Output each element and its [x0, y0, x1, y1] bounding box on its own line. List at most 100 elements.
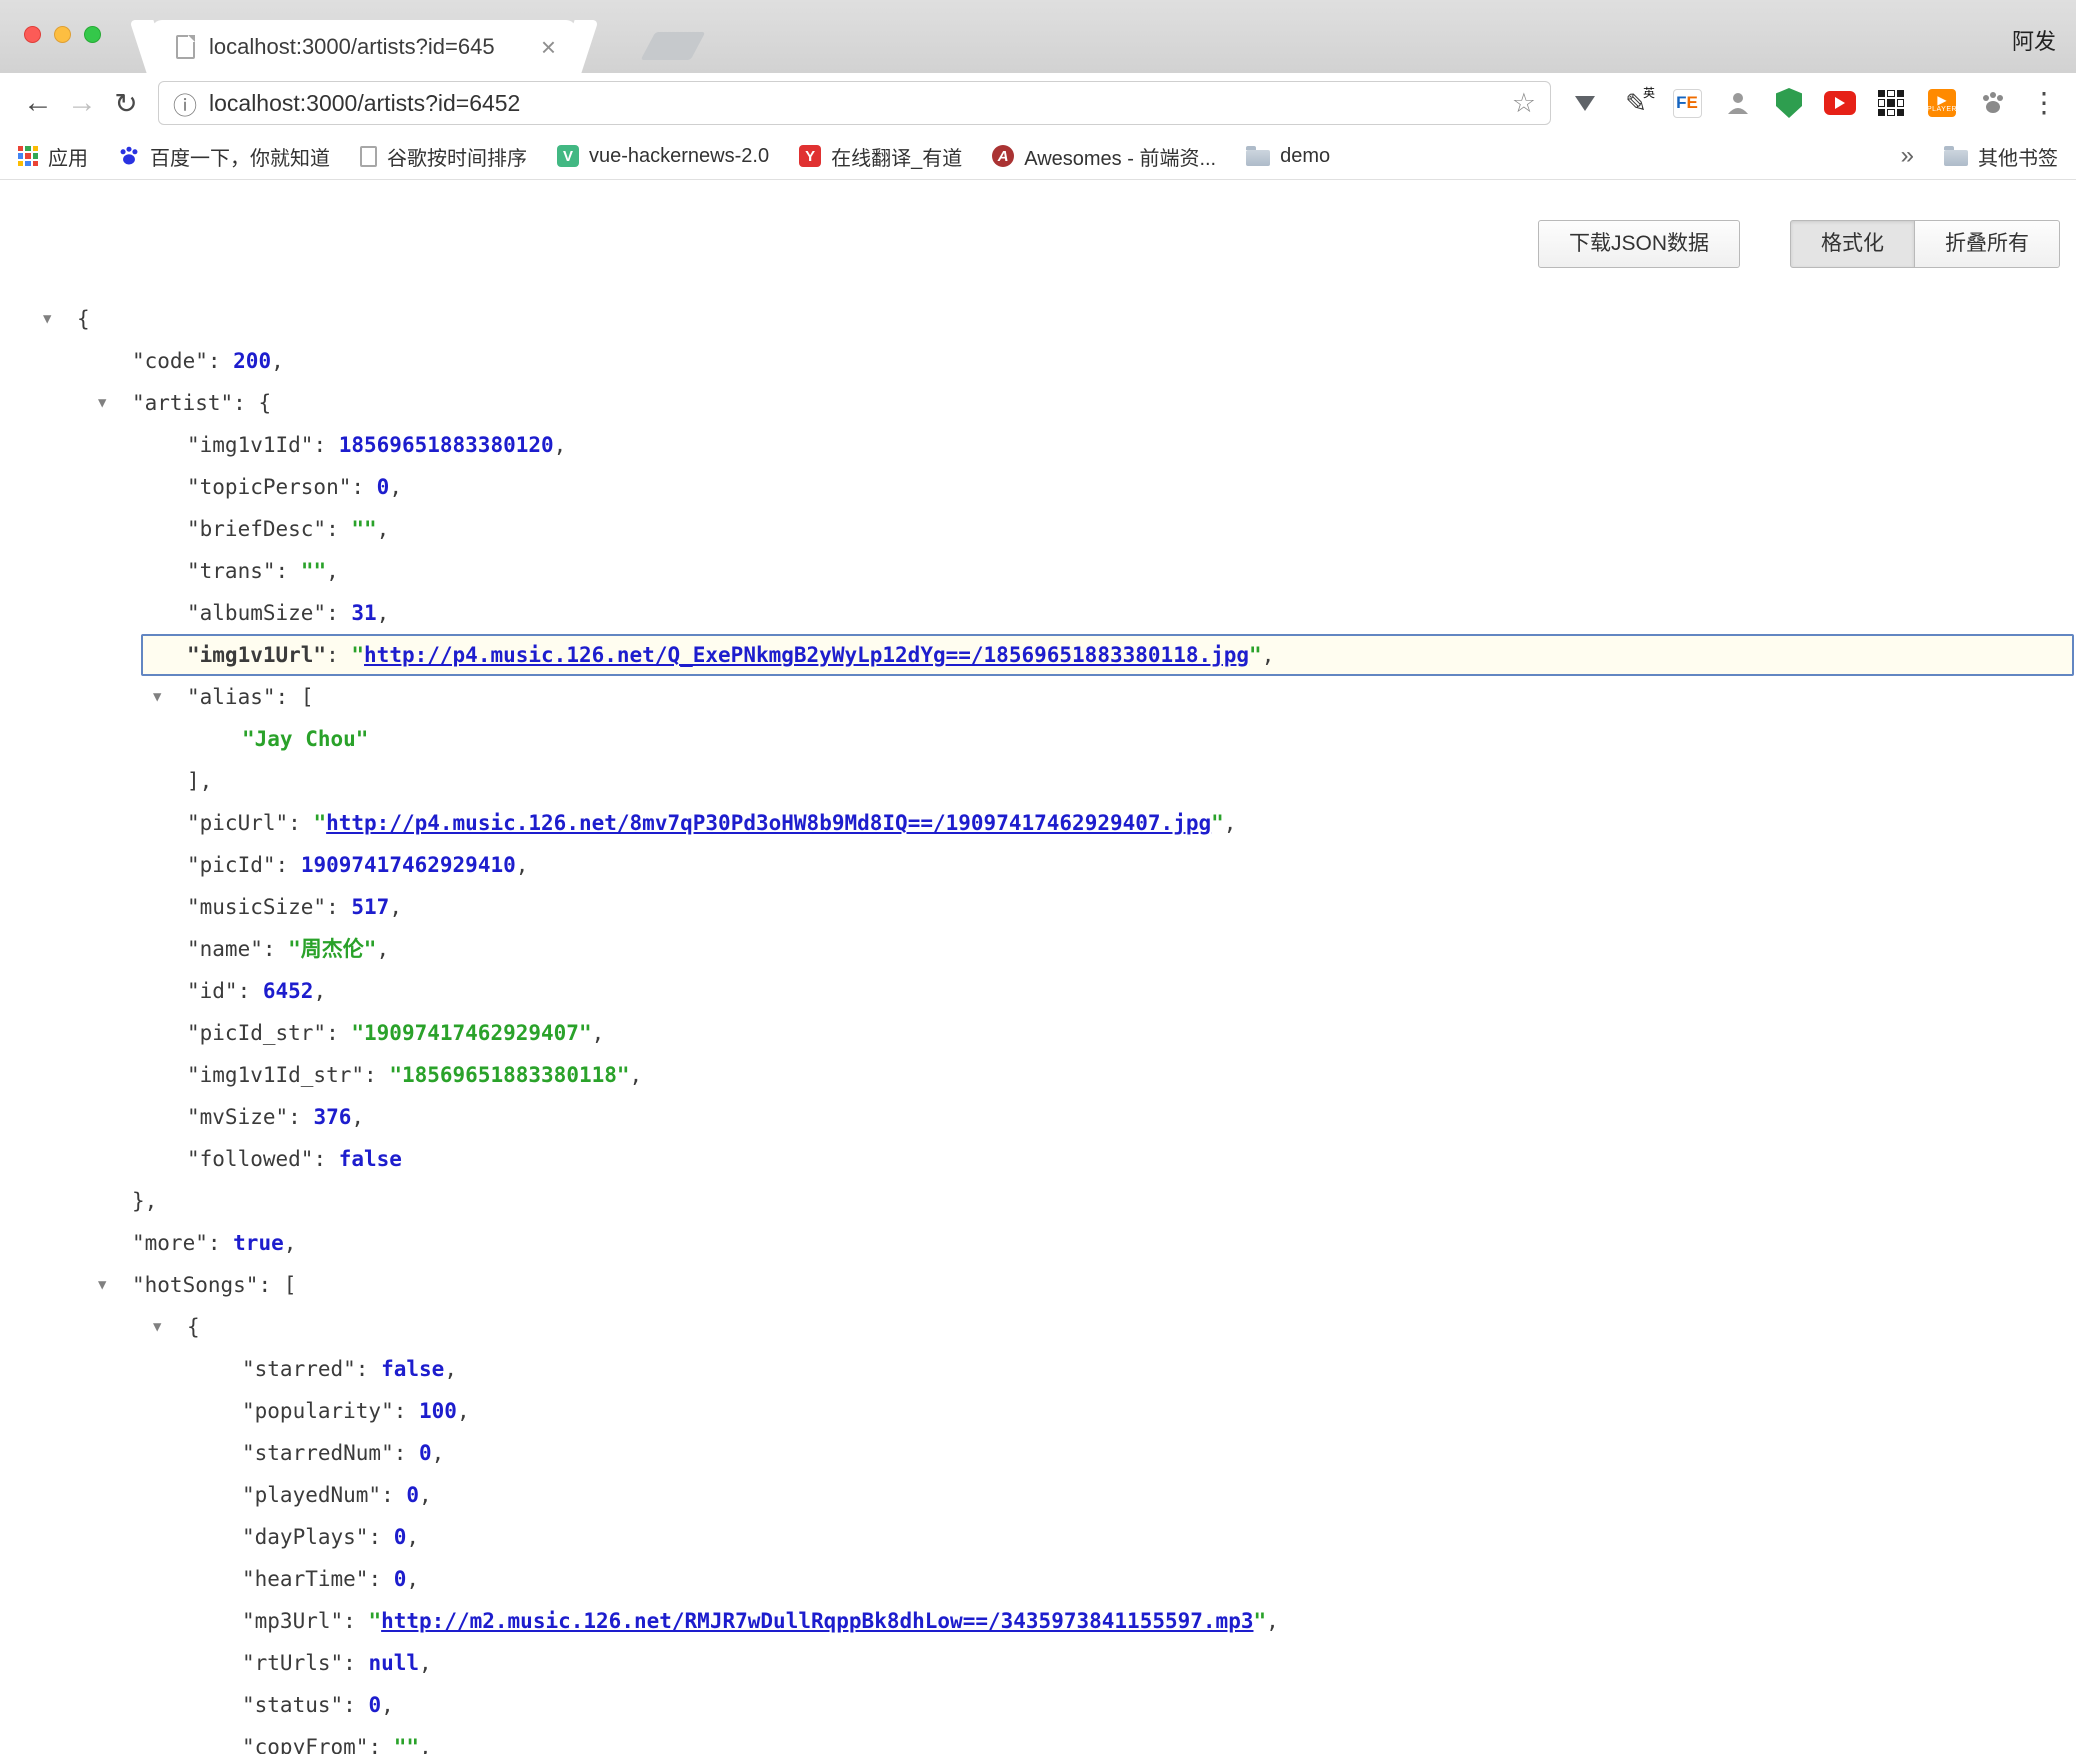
json-line: ▼ "alias": [ [0, 676, 2076, 718]
kebab-menu-icon: ⋮ [2030, 89, 2058, 117]
json-token: : [368, 1567, 393, 1591]
bookmark-google-sort[interactable]: 谷歌按时间排序 [360, 142, 527, 171]
paw-extension-icon[interactable] [1977, 87, 2009, 119]
json-token: "img1v1Id" [187, 433, 313, 457]
qr-extension-icon[interactable] [1875, 87, 1907, 119]
bookmark-youdao-translate[interactable]: Y 在线翻译_有道 [799, 142, 962, 171]
address-bar[interactable]: ⓘ localhost:3000/artists?id=6452 ☆ [158, 81, 1551, 125]
person-extension-icon[interactable] [1722, 87, 1754, 119]
zoom-window-button[interactable] [84, 26, 101, 43]
json-token: 0 [394, 1525, 407, 1549]
json-token: : [276, 853, 301, 877]
triangle-icon [1575, 96, 1595, 111]
json-token: : [364, 1063, 389, 1087]
browser-tab[interactable]: localhost:3000/artists?id=645 × [152, 20, 576, 73]
json-line: "starred": false, [0, 1348, 2076, 1390]
fe-extension-icon[interactable]: FE [1671, 87, 1703, 119]
json-token: , [326, 559, 339, 583]
format-button[interactable]: 格式化 [1790, 220, 1915, 268]
download-json-button[interactable]: 下载JSON数据 [1538, 220, 1740, 268]
bookmark-demo[interactable]: demo [1246, 145, 1330, 168]
tab-close-icon[interactable]: × [541, 34, 556, 60]
new-tab-button[interactable] [641, 32, 706, 60]
bookmark-label: demo [1280, 145, 1330, 168]
url-input[interactable]: localhost:3000/artists?id=6452 [209, 90, 1512, 117]
json-token: , [389, 475, 402, 499]
json-line-content: "popularity": 100, [242, 1390, 470, 1432]
json-token: false [381, 1357, 444, 1381]
shield-extension-icon[interactable] [1773, 87, 1805, 119]
player-extension-icon[interactable]: ▶ PLAYER [1926, 87, 1958, 119]
collapse-toggle-icon[interactable]: ▼ [98, 1264, 106, 1306]
json-line: ▼"hotSongs": [ [0, 1264, 2076, 1306]
json-token: "mvSize" [187, 1105, 288, 1129]
collapse-toggle-icon[interactable]: ▼ [98, 382, 106, 424]
other-bookmarks[interactable]: 其他书签 [1944, 142, 2058, 171]
minimize-window-button[interactable] [54, 26, 71, 43]
json-line: "name": "周杰伦", [0, 928, 2076, 970]
json-token: : [258, 1273, 283, 1297]
json-token: 6452 [263, 979, 314, 1003]
json-line-content: "more": true, [132, 1222, 296, 1264]
bookmark-label: vue-hackernews-2.0 [589, 145, 769, 168]
profile-name[interactable]: 阿发 [2012, 24, 2056, 56]
json-token: "id" [187, 979, 238, 1003]
json-token: "18569651883380118" [389, 1063, 629, 1087]
json-token: : [326, 637, 351, 673]
json-token: : [356, 1357, 381, 1381]
page-icon [176, 35, 195, 59]
json-line: "playedNum": 0, [0, 1474, 2076, 1516]
json-token: 200 [233, 349, 271, 373]
json-url-link[interactable]: http://p4.music.126.net/8mv7qP30Pd3oHW8b… [326, 811, 1211, 835]
json-token: , [406, 1567, 419, 1591]
json-token: "name" [187, 937, 263, 961]
json-line: "id": 6452, [0, 970, 2076, 1012]
youtube-extension-icon[interactable] [1824, 87, 1856, 119]
json-token: : [276, 685, 301, 709]
close-window-button[interactable] [24, 26, 41, 43]
json-token: "dayPlays" [242, 1525, 368, 1549]
bookmark-star-icon[interactable]: ☆ [1512, 88, 1536, 119]
bookmark-awesomes[interactable]: A Awesomes - 前端资... [992, 142, 1216, 171]
json-token: "img1v1Id_str" [187, 1063, 364, 1087]
person-icon [1725, 90, 1751, 116]
json-token: : [381, 1483, 406, 1507]
bookmark-baidu[interactable]: 百度一下，你就知道 [118, 142, 330, 171]
json-token: "status" [242, 1693, 343, 1717]
json-line: ], [0, 760, 2076, 802]
json-token: false [339, 1147, 402, 1171]
json-token: : [368, 1525, 393, 1549]
collapse-all-button[interactable]: 折叠所有 [1914, 220, 2060, 268]
youdao-dict-icon[interactable]: ✎ 英 [1620, 87, 1652, 119]
collapse-toggle-icon[interactable]: ▼ [43, 298, 51, 340]
json-token: : [313, 1147, 338, 1171]
bookmark-label: 百度一下，你就知道 [150, 142, 330, 171]
json-token: : [394, 1399, 419, 1423]
bookmarks-overflow-icon[interactable]: » [1901, 142, 1914, 170]
json-line: "trans": "", [0, 550, 2076, 592]
json-line-content: "img1v1Url": "http://p4.music.126.net/Q_… [141, 634, 2074, 676]
bookmark-apps[interactable]: 应用 [18, 142, 88, 171]
json-line: ▼{ [0, 1306, 2076, 1348]
json-token: , [419, 1483, 432, 1507]
json-token: : [326, 601, 351, 625]
back-icon[interactable]: ← [16, 86, 60, 120]
v-extension-icon[interactable] [1569, 87, 1601, 119]
json-line-content: "img1v1Id_str": "18569651883380118", [187, 1054, 642, 1096]
site-info-icon[interactable]: ⓘ [173, 86, 197, 121]
json-token: , [630, 1063, 643, 1087]
forward-icon[interactable]: → [60, 86, 104, 120]
json-line-content: "picUrl": "http://p4.music.126.net/8mv7q… [187, 802, 1236, 844]
bookmark-vue-hackernews[interactable]: V vue-hackernews-2.0 [557, 145, 769, 168]
json-line-content: "copyFrom": "", [242, 1726, 432, 1754]
json-url-link[interactable]: http://p4.music.126.net/Q_ExePNkmgB2yWyL… [364, 637, 1249, 673]
json-token: : [394, 1441, 419, 1465]
browser-menu-icon[interactable]: ⋮ [2028, 87, 2060, 119]
json-line-content: "alias": [ [187, 676, 313, 718]
json-token: , [1224, 811, 1237, 835]
reload-icon[interactable]: ↻ [104, 87, 148, 120]
collapse-toggle-icon[interactable]: ▼ [153, 1306, 161, 1348]
json-url-link[interactable]: http://m2.music.126.net/RMJR7wDullRqppBk… [381, 1609, 1253, 1633]
json-token: "briefDesc" [187, 517, 326, 541]
collapse-toggle-icon[interactable]: ▼ [153, 676, 161, 718]
